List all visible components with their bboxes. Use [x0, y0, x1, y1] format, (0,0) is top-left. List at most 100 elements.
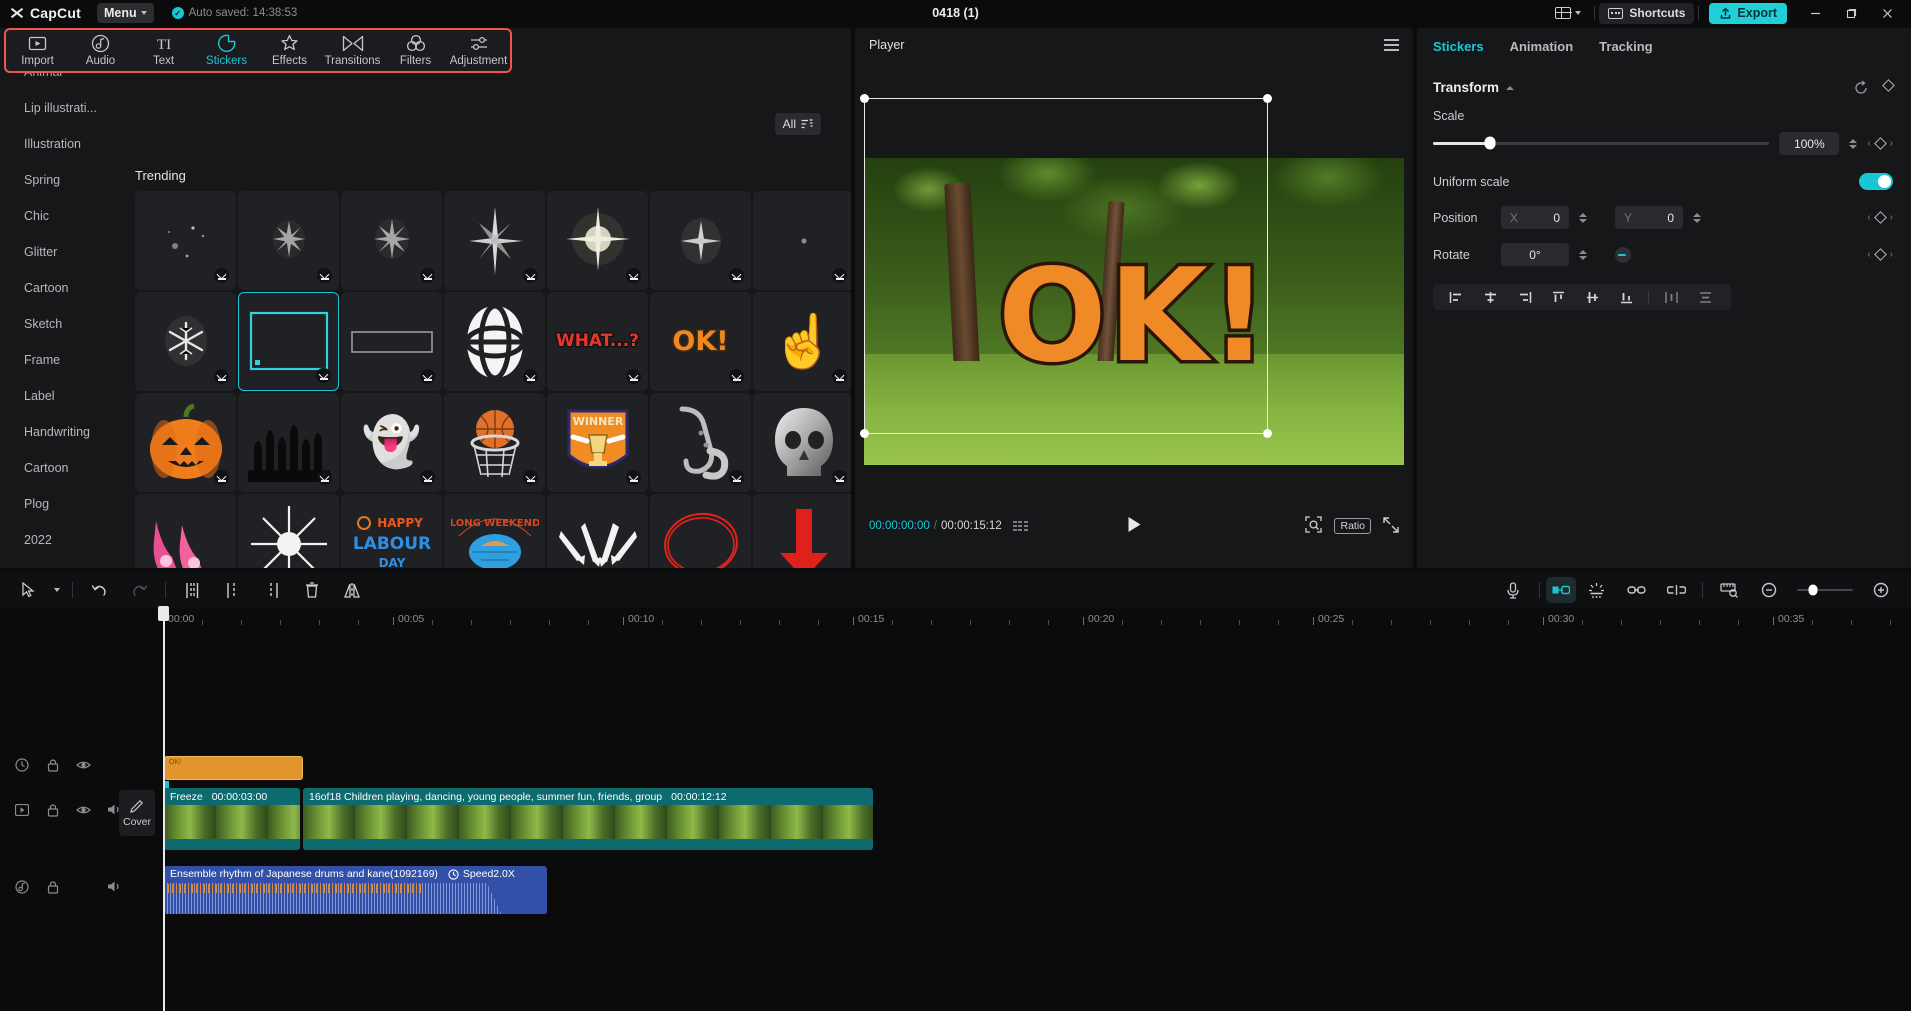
minimize-button[interactable]	[1797, 0, 1833, 26]
video-track-visibility-icon[interactable]	[76, 802, 91, 817]
audio-track-lock-icon[interactable]	[45, 879, 60, 894]
sticker-cell-happy-labour-day[interactable]: HAPPY LABOUR DAY	[341, 494, 442, 568]
video-track-lock-icon[interactable]	[45, 802, 60, 817]
fullscreen-button[interactable]	[1383, 516, 1399, 536]
rotate-stepper[interactable]	[1579, 249, 1587, 260]
download-icon[interactable]	[523, 268, 538, 283]
tab-stickers-props[interactable]: Stickers	[1433, 39, 1484, 54]
tab-stickers[interactable]: Stickers	[195, 30, 258, 71]
select-tool-dropdown-icon[interactable]	[48, 572, 66, 608]
align-left-icon[interactable]	[1439, 284, 1473, 310]
download-icon[interactable]	[214, 470, 229, 485]
timeline-zoom-slider[interactable]	[1797, 584, 1853, 596]
distribute-vertical-icon[interactable]	[1688, 284, 1722, 310]
category-item-handwriting[interactable]: Handwriting	[0, 414, 122, 450]
sticker-cell-ok-text[interactable]: OK!	[650, 292, 751, 391]
download-icon[interactable]	[626, 268, 641, 283]
scale-slider[interactable]	[1433, 136, 1770, 150]
position-x-field[interactable]: X 0	[1501, 206, 1569, 229]
sticker-cell-sparkle-cluster[interactable]	[650, 191, 751, 290]
download-icon[interactable]	[316, 368, 331, 383]
audio-track-mute-icon[interactable]	[107, 879, 122, 894]
sticker-cell-chrome-skull[interactable]	[753, 393, 851, 492]
position-y-stepper[interactable]	[1693, 212, 1701, 223]
category-item-spring[interactable]: Spring	[0, 162, 122, 198]
close-button[interactable]	[1869, 0, 1905, 26]
sticker-cell-basketball-hoop[interactable]	[444, 393, 545, 492]
download-icon[interactable]	[420, 268, 435, 283]
category-item-2022[interactable]: 2022	[0, 522, 122, 558]
sticker-cell-snowflake-sparkle[interactable]	[135, 292, 236, 391]
tab-text[interactable]: TI Text	[132, 30, 195, 71]
download-icon[interactable]	[523, 470, 538, 485]
position-keyframe-control[interactable]: ‹ ›	[1867, 211, 1893, 224]
handle-top-right[interactable]	[1263, 94, 1272, 103]
category-item-cartoon-2[interactable]: Cartoon	[0, 450, 122, 486]
scale-value-field[interactable]: 100%	[1779, 132, 1840, 155]
auto-caption-icon[interactable]	[1546, 577, 1576, 603]
sticker-cell-red-down-arrow[interactable]	[753, 494, 851, 568]
category-item-chic[interactable]: Chic	[0, 198, 122, 234]
sticker-cell-sparkle-burst-2[interactable]	[238, 191, 339, 290]
zoom-in-icon[interactable]	[1861, 572, 1901, 608]
export-button[interactable]: Export	[1709, 2, 1787, 24]
category-item-cartoon[interactable]: Cartoon	[0, 270, 122, 306]
split-icon[interactable]	[172, 572, 212, 608]
redo-icon[interactable]	[119, 572, 159, 608]
align-top-icon[interactable]	[1541, 284, 1575, 310]
shortcuts-button[interactable]: Shortcuts	[1599, 2, 1695, 24]
handle-top-left[interactable]	[860, 94, 869, 103]
position-x-stepper[interactable]	[1579, 212, 1587, 223]
rotate-dial[interactable]	[1615, 246, 1631, 263]
mirror-icon[interactable]	[332, 572, 372, 608]
tab-effects[interactable]: Effects	[258, 30, 321, 71]
uniform-scale-toggle[interactable]	[1859, 173, 1893, 190]
trim-left-icon[interactable]	[212, 572, 252, 608]
align-bottom-icon[interactable]	[1609, 284, 1643, 310]
scale-stepper[interactable]	[1849, 138, 1858, 149]
sticker-track-lock-icon[interactable]	[45, 757, 60, 772]
position-y-field[interactable]: Y 0	[1615, 206, 1683, 229]
video-clip-children-playing[interactable]: 16of18 Children playing, dancing, young …	[303, 788, 873, 850]
video-clip-freeze[interactable]: Freeze 00:00:03:00	[164, 788, 300, 850]
sticker-cell-starburst-glow[interactable]	[547, 191, 648, 290]
frame-view-icon[interactable]	[1012, 520, 1028, 532]
scale-slider-knob[interactable]	[1484, 136, 1496, 150]
sticker-cell-what-text[interactable]: WHAT...?	[547, 292, 648, 391]
download-icon[interactable]	[626, 369, 641, 384]
download-icon[interactable]	[420, 369, 435, 384]
cover-button[interactable]: Cover	[119, 790, 155, 836]
ruler-zoom-icon[interactable]	[1709, 572, 1749, 608]
rotate-keyframe-control[interactable]: ‹ ›	[1867, 248, 1893, 261]
sticker-cell-globe-shape[interactable]	[444, 292, 545, 391]
timeline-ruler[interactable]: 00:00 00:05 00:10 00:15 00:20 00:25 00:3…	[0, 608, 1911, 634]
category-item-glitter[interactable]: Glitter	[0, 234, 122, 270]
unlink-icon[interactable]	[1656, 572, 1696, 608]
video-track-type-icon[interactable]	[14, 802, 29, 817]
ok-sticker-overlay[interactable]: OK!	[919, 232, 1349, 402]
sticker-cell-cyan-rect-frame[interactable]	[238, 292, 339, 391]
tab-transitions[interactable]: Transitions	[321, 30, 384, 71]
timeline-zoom-knob[interactable]	[1808, 584, 1818, 596]
tab-audio[interactable]: Audio	[69, 30, 132, 71]
download-icon[interactable]	[832, 268, 847, 283]
tab-import[interactable]: Import	[6, 30, 69, 71]
download-icon[interactable]	[626, 470, 641, 485]
trim-right-icon[interactable]	[252, 572, 292, 608]
sticker-cell-sparkle-dust-1[interactable]	[135, 191, 236, 290]
player-menu-icon[interactable]	[1384, 39, 1399, 54]
align-center-horizontal-icon[interactable]	[1473, 284, 1507, 310]
maximize-button[interactable]	[1833, 0, 1869, 26]
audio-track-type-icon[interactable]	[14, 879, 29, 894]
sticker-cell-four-point-star[interactable]	[444, 191, 545, 290]
sticker-cell-saxophone[interactable]	[650, 393, 751, 492]
keyframe-icon[interactable]	[1882, 79, 1895, 92]
tab-tracking[interactable]: Tracking	[1599, 39, 1652, 54]
download-icon[interactable]	[729, 268, 744, 283]
download-icon[interactable]	[214, 369, 229, 384]
sticker-cell-grey-bar-frame[interactable]	[341, 292, 442, 391]
sticker-cell-eight-point-star[interactable]	[238, 494, 339, 568]
play-button[interactable]	[1127, 516, 1142, 536]
sticker-cell-winner-trophy-badge[interactable]: WINNER	[547, 393, 648, 492]
download-icon[interactable]	[317, 470, 332, 485]
